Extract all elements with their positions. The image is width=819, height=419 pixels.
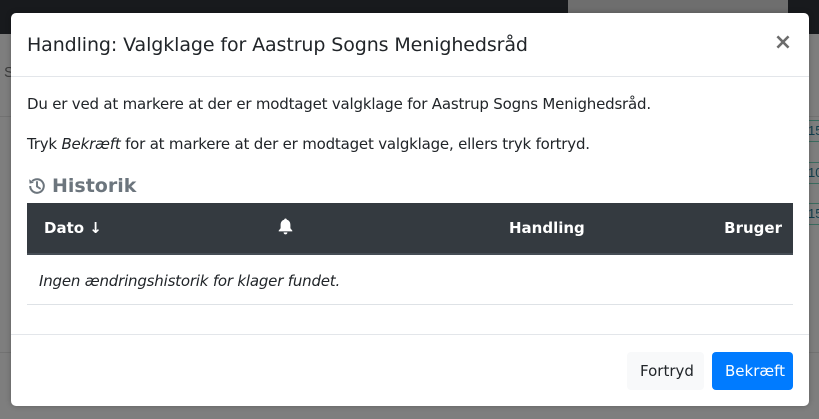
column-header-action: Handling — [509, 219, 585, 237]
background-number: 10 — [808, 165, 819, 180]
background-number: 15 — [808, 123, 819, 138]
table-header: Dato ↓ Handling Bruger — [27, 203, 793, 255]
empty-history-message: Ingen ændringshistorik for klager fundet… — [39, 272, 341, 290]
table-row: Ingen ændringshistorik for klager fundet… — [27, 255, 793, 305]
instruction-paragraph: Tryk Bekræft for at markere at der er mo… — [27, 135, 590, 153]
dialog-title: Handling: Valgklage for Aastrup Sogns Me… — [27, 34, 528, 56]
dialog-header: Handling: Valgklage for Aastrup Sogns Me… — [11, 13, 809, 77]
confirm-dialog: Handling: Valgklage for Aastrup Sogns Me… — [11, 13, 809, 406]
history-icon — [29, 178, 45, 194]
info-paragraph: Du er ved at markere at der er modtaget … — [27, 95, 651, 113]
bell-icon — [278, 218, 293, 235]
column-header-date[interactable]: Dato ↓ — [44, 219, 102, 237]
column-header-user: Bruger — [724, 219, 782, 237]
close-button[interactable]: × — [773, 31, 793, 55]
instruction-suffix: for at markere at der er modtaget valgkl… — [120, 135, 590, 153]
background-number: 15 — [808, 206, 819, 221]
history-table: Dato ↓ Handling Bruger Ingen ændringshis… — [27, 203, 793, 305]
instruction-emphasis: Bekræft — [61, 135, 121, 153]
instruction-prefix: Tryk — [27, 135, 62, 153]
column-header-notification — [278, 218, 293, 239]
dialog-footer: Fortryd Bekræft — [11, 334, 809, 406]
history-heading: Historik — [27, 175, 136, 197]
cancel-button[interactable]: Fortryd — [627, 352, 704, 390]
history-heading-label: Historik — [52, 175, 137, 197]
confirm-button[interactable]: Bekræft — [712, 352, 793, 390]
close-icon: × — [773, 30, 793, 55]
